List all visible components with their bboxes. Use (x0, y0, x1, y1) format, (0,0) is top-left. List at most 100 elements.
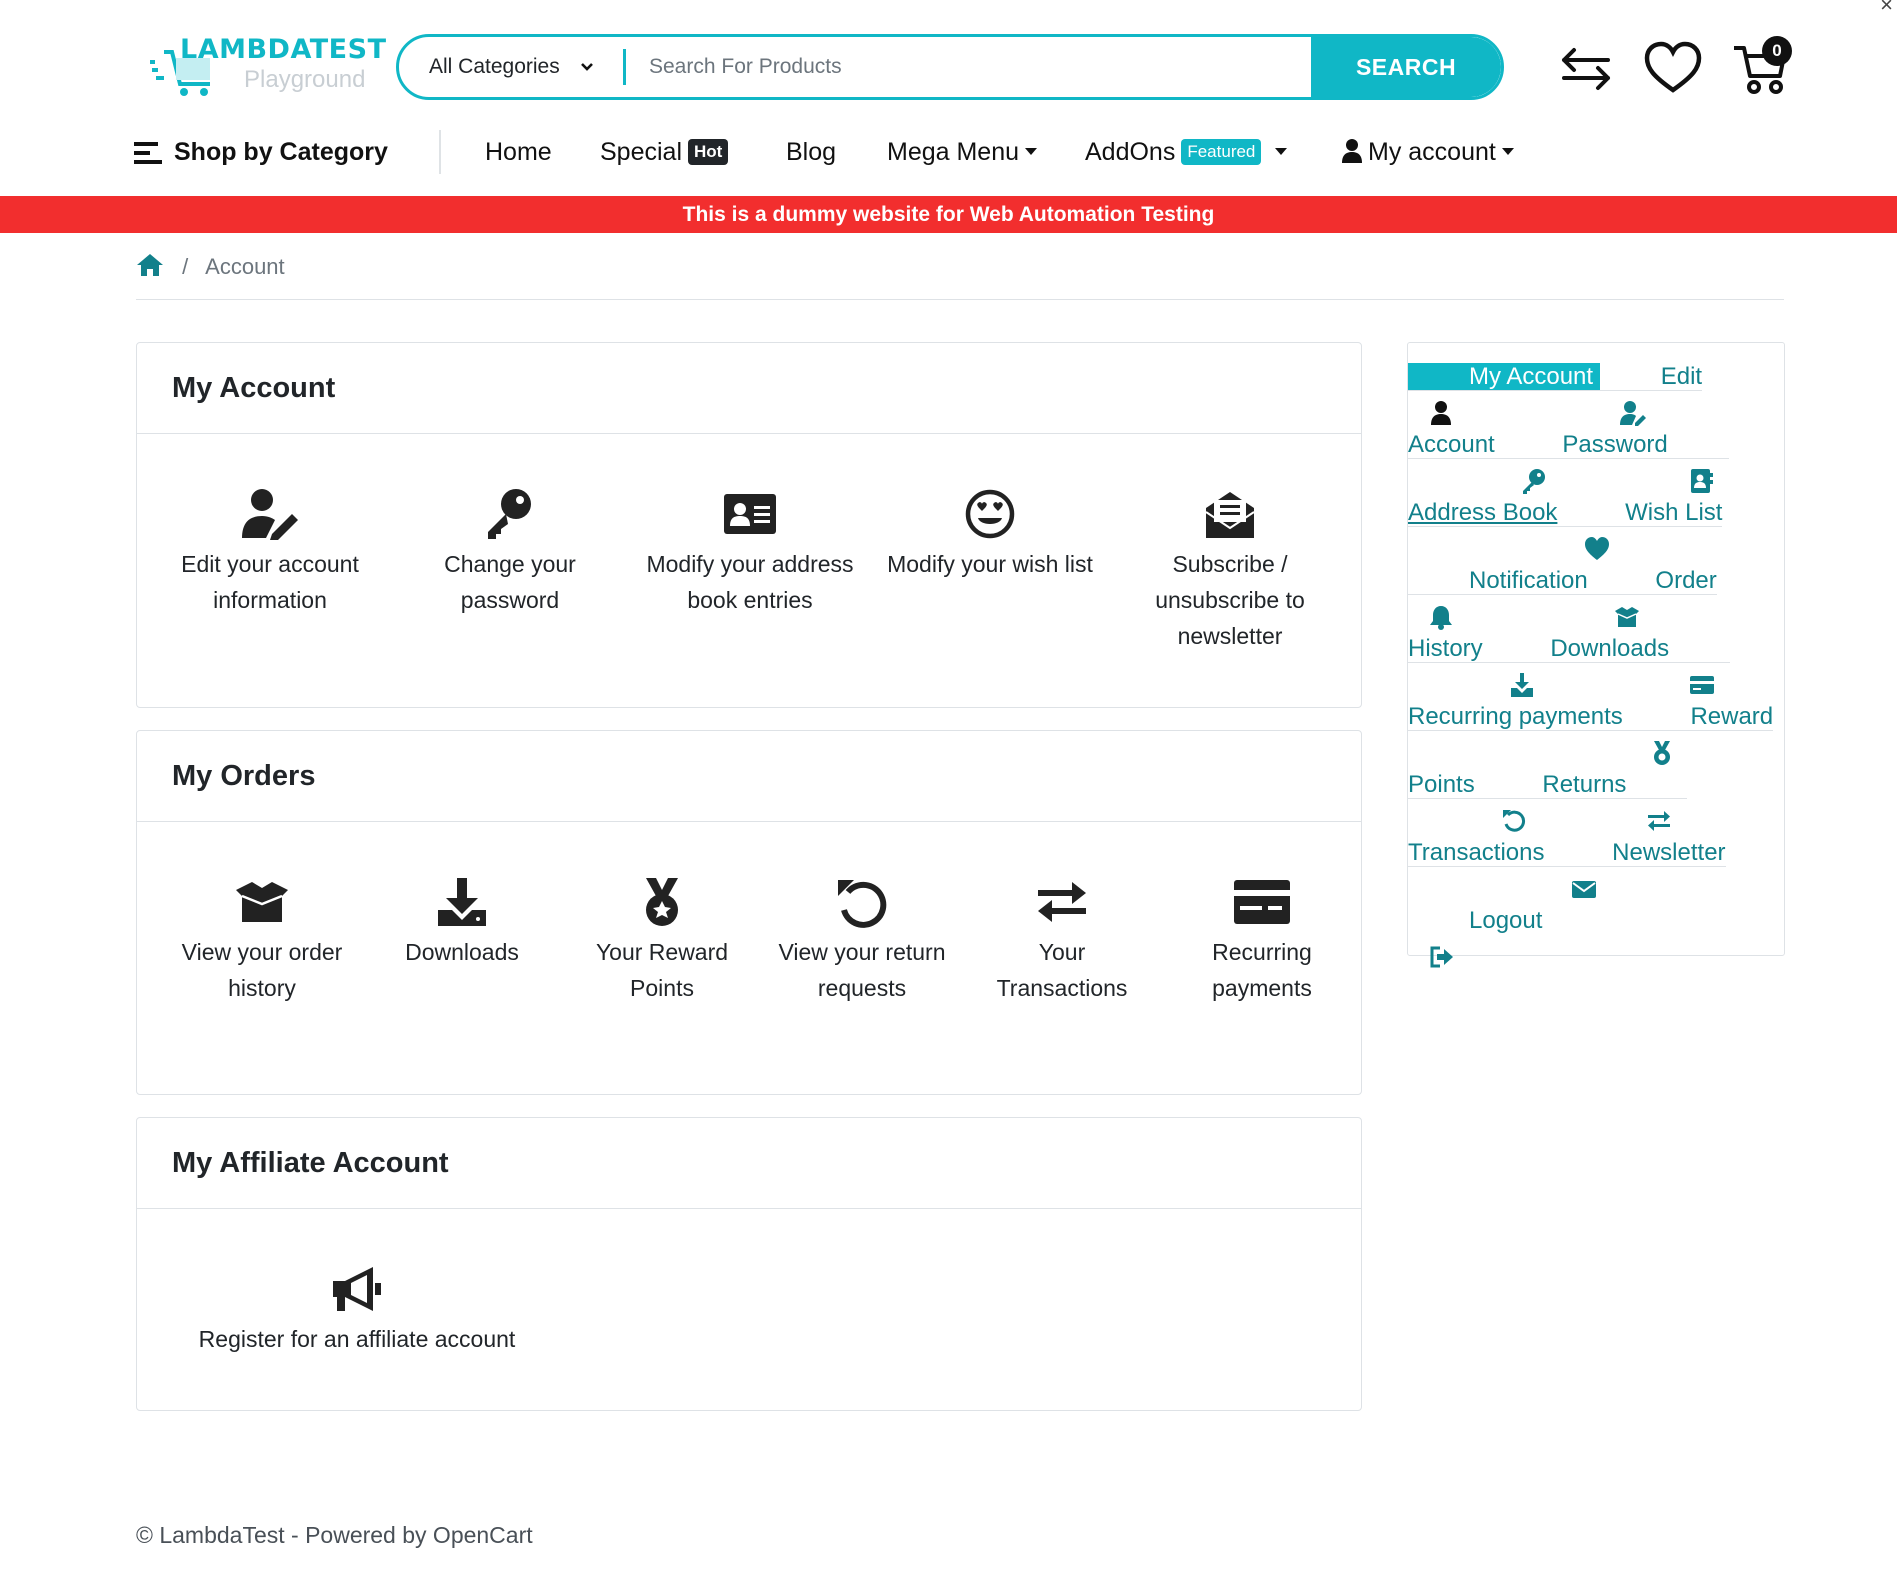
search-input[interactable] (649, 45, 1189, 89)
nav-mega-menu[interactable]: Mega Menu (887, 130, 1038, 174)
nav-separator (439, 130, 441, 174)
search-button[interactable]: SEARCH (1311, 37, 1501, 97)
returns-tile[interactable]: View your return requests (777, 876, 947, 1006)
compare-icon[interactable] (1556, 40, 1616, 96)
credit-card-icon (1689, 657, 1715, 694)
sidebar-item-label: Address Book (1408, 499, 1558, 526)
change-password-tile[interactable]: Change your password (405, 488, 615, 618)
envelope-open-icon (1200, 488, 1260, 540)
download-icon (432, 876, 492, 928)
sidebar-item-wish-list[interactable]: Wish List (1564, 499, 1723, 560)
user-edit-icon (240, 488, 300, 540)
nav-home[interactable]: Home (485, 130, 552, 174)
undo-icon (832, 876, 892, 928)
exchange-icon (1646, 793, 1672, 831)
newsletter-label: Subscribe / unsubscribe to newsletter (1155, 551, 1305, 649)
home-icon (137, 254, 163, 276)
footer-copyright: © LambdaTest - Powered by OpenCart (136, 1522, 533, 1548)
sidebar-item-returns[interactable]: Returns (1481, 771, 1627, 832)
address-book-icon (1688, 453, 1714, 493)
main-nav: Shop by Category Home Special Hot Blog Me… (134, 130, 1554, 174)
edit-account-label: Edit your account information (181, 551, 359, 613)
featured-badge: Featured (1181, 139, 1262, 165)
recurring-payments-tile[interactable]: Recurring payments (1177, 876, 1347, 1006)
hot-badge: Hot (688, 139, 729, 165)
search-divider (623, 49, 626, 85)
wish-list-label: Modify your wish list (887, 551, 1093, 577)
breadcrumb-divider (136, 299, 1784, 300)
sidebar-item-label: Password (1562, 431, 1668, 458)
sidebar-item-password[interactable]: Password (1501, 431, 1668, 494)
reward-points-label: Your Reward Points (595, 939, 729, 1001)
address-book-label: Modify your address book entries (646, 551, 854, 613)
chevron-down-icon (581, 63, 593, 71)
my-affiliate-title: My Affiliate Account (137, 1118, 1361, 1209)
user-icon (1428, 385, 1454, 425)
address-card-icon (720, 488, 780, 540)
box-open-icon (232, 876, 292, 928)
nav-my-account-label: My account (1368, 138, 1496, 166)
sidebar-item-notification[interactable]: Notification (1408, 567, 1595, 630)
wishlist-heart-icon[interactable] (1643, 40, 1703, 96)
credit-card-icon (1232, 876, 1292, 928)
notice-banner: This is a dummy website for Web Automati… (0, 196, 1897, 233)
affiliate-register-label: Register for an affiliate account (198, 1326, 516, 1352)
recurring-payments-label: Recurring payments (1212, 939, 1312, 1001)
nav-addons-label: AddOns (1085, 138, 1176, 166)
caret-down-icon (1275, 148, 1288, 155)
edit-account-tile[interactable]: Edit your account information (165, 488, 375, 618)
download-icon (1509, 657, 1535, 697)
returns-label: View your return requests (778, 939, 946, 1001)
user-icon (1342, 139, 1362, 163)
box-open-icon (1614, 589, 1640, 627)
breadcrumb-separator: / (182, 254, 189, 279)
sidebar-item-newsletter[interactable]: Newsletter (1551, 839, 1726, 898)
nav-special-label: Special (600, 138, 682, 166)
category-select[interactable]: All Categories (429, 37, 560, 97)
breadcrumb-current: Account (205, 254, 285, 279)
caret-down-icon (1501, 148, 1514, 155)
sidebar-item-label: Wish List (1625, 499, 1723, 526)
sign-out-icon (1428, 929, 1454, 968)
breadcrumb: / Account (136, 252, 285, 282)
affiliate-register-tile[interactable]: Register for an affiliate account (177, 1263, 537, 1357)
nav-addons[interactable]: AddOns Featured (1085, 130, 1288, 174)
sidebar-item-label: Transactions (1408, 839, 1545, 866)
close-icon[interactable]: × (1880, 0, 1893, 18)
site-header: LAMBDATEST Playground All Categories SEA… (0, 0, 1897, 196)
my-orders-title: My Orders (137, 731, 1361, 822)
caret-down-icon (1025, 148, 1038, 155)
newsletter-tile[interactable]: Subscribe / unsubscribe to newsletter (1125, 488, 1335, 654)
sidebar-item-label: Returns (1542, 771, 1627, 798)
sidebar-item-logout[interactable]: Logout (1408, 907, 1543, 968)
key-icon (1521, 453, 1547, 494)
sidebar-item-my-account[interactable]: My Account (1408, 363, 1600, 425)
heart-eyes-icon (960, 488, 1020, 540)
sidebar-item-label: Logout (1469, 907, 1543, 934)
reward-points-tile[interactable]: Your Reward Points (577, 876, 747, 1006)
transactions-tile[interactable]: Your Transactions (977, 876, 1147, 1006)
nav-mega-menu-label: Mega Menu (887, 138, 1020, 166)
sidebar-item-downloads[interactable]: Downloads (1489, 635, 1670, 697)
downloads-label: Downloads (405, 939, 519, 965)
nav-special[interactable]: Special Hot (600, 130, 729, 174)
cart-count-badge: 0 (1762, 36, 1792, 66)
nav-blog[interactable]: Blog (786, 130, 836, 174)
order-history-tile[interactable]: View your order history (177, 876, 347, 1006)
bullhorn-icon (327, 1263, 387, 1315)
sidebar-item-label: My Account (1469, 363, 1594, 390)
envelope-icon (1571, 861, 1597, 898)
transactions-label: Your Transactions (996, 939, 1128, 1001)
key-icon (480, 488, 540, 540)
downloads-tile[interactable]: Downloads (377, 876, 547, 970)
shop-by-category-button[interactable]: Shop by Category (174, 130, 388, 174)
wish-list-tile[interactable]: Modify your wish list (885, 488, 1095, 582)
breadcrumb-home[interactable] (136, 254, 170, 279)
sidebar-item-label: Newsletter (1612, 839, 1726, 866)
address-book-tile[interactable]: Modify your address book entries (645, 488, 855, 618)
user-edit-icon (1619, 385, 1646, 426)
medal-icon (632, 876, 692, 928)
site-logo[interactable]: LAMBDATEST Playground (150, 30, 386, 106)
nav-my-account[interactable]: My account (1342, 130, 1514, 174)
change-password-label: Change your password (444, 551, 576, 613)
